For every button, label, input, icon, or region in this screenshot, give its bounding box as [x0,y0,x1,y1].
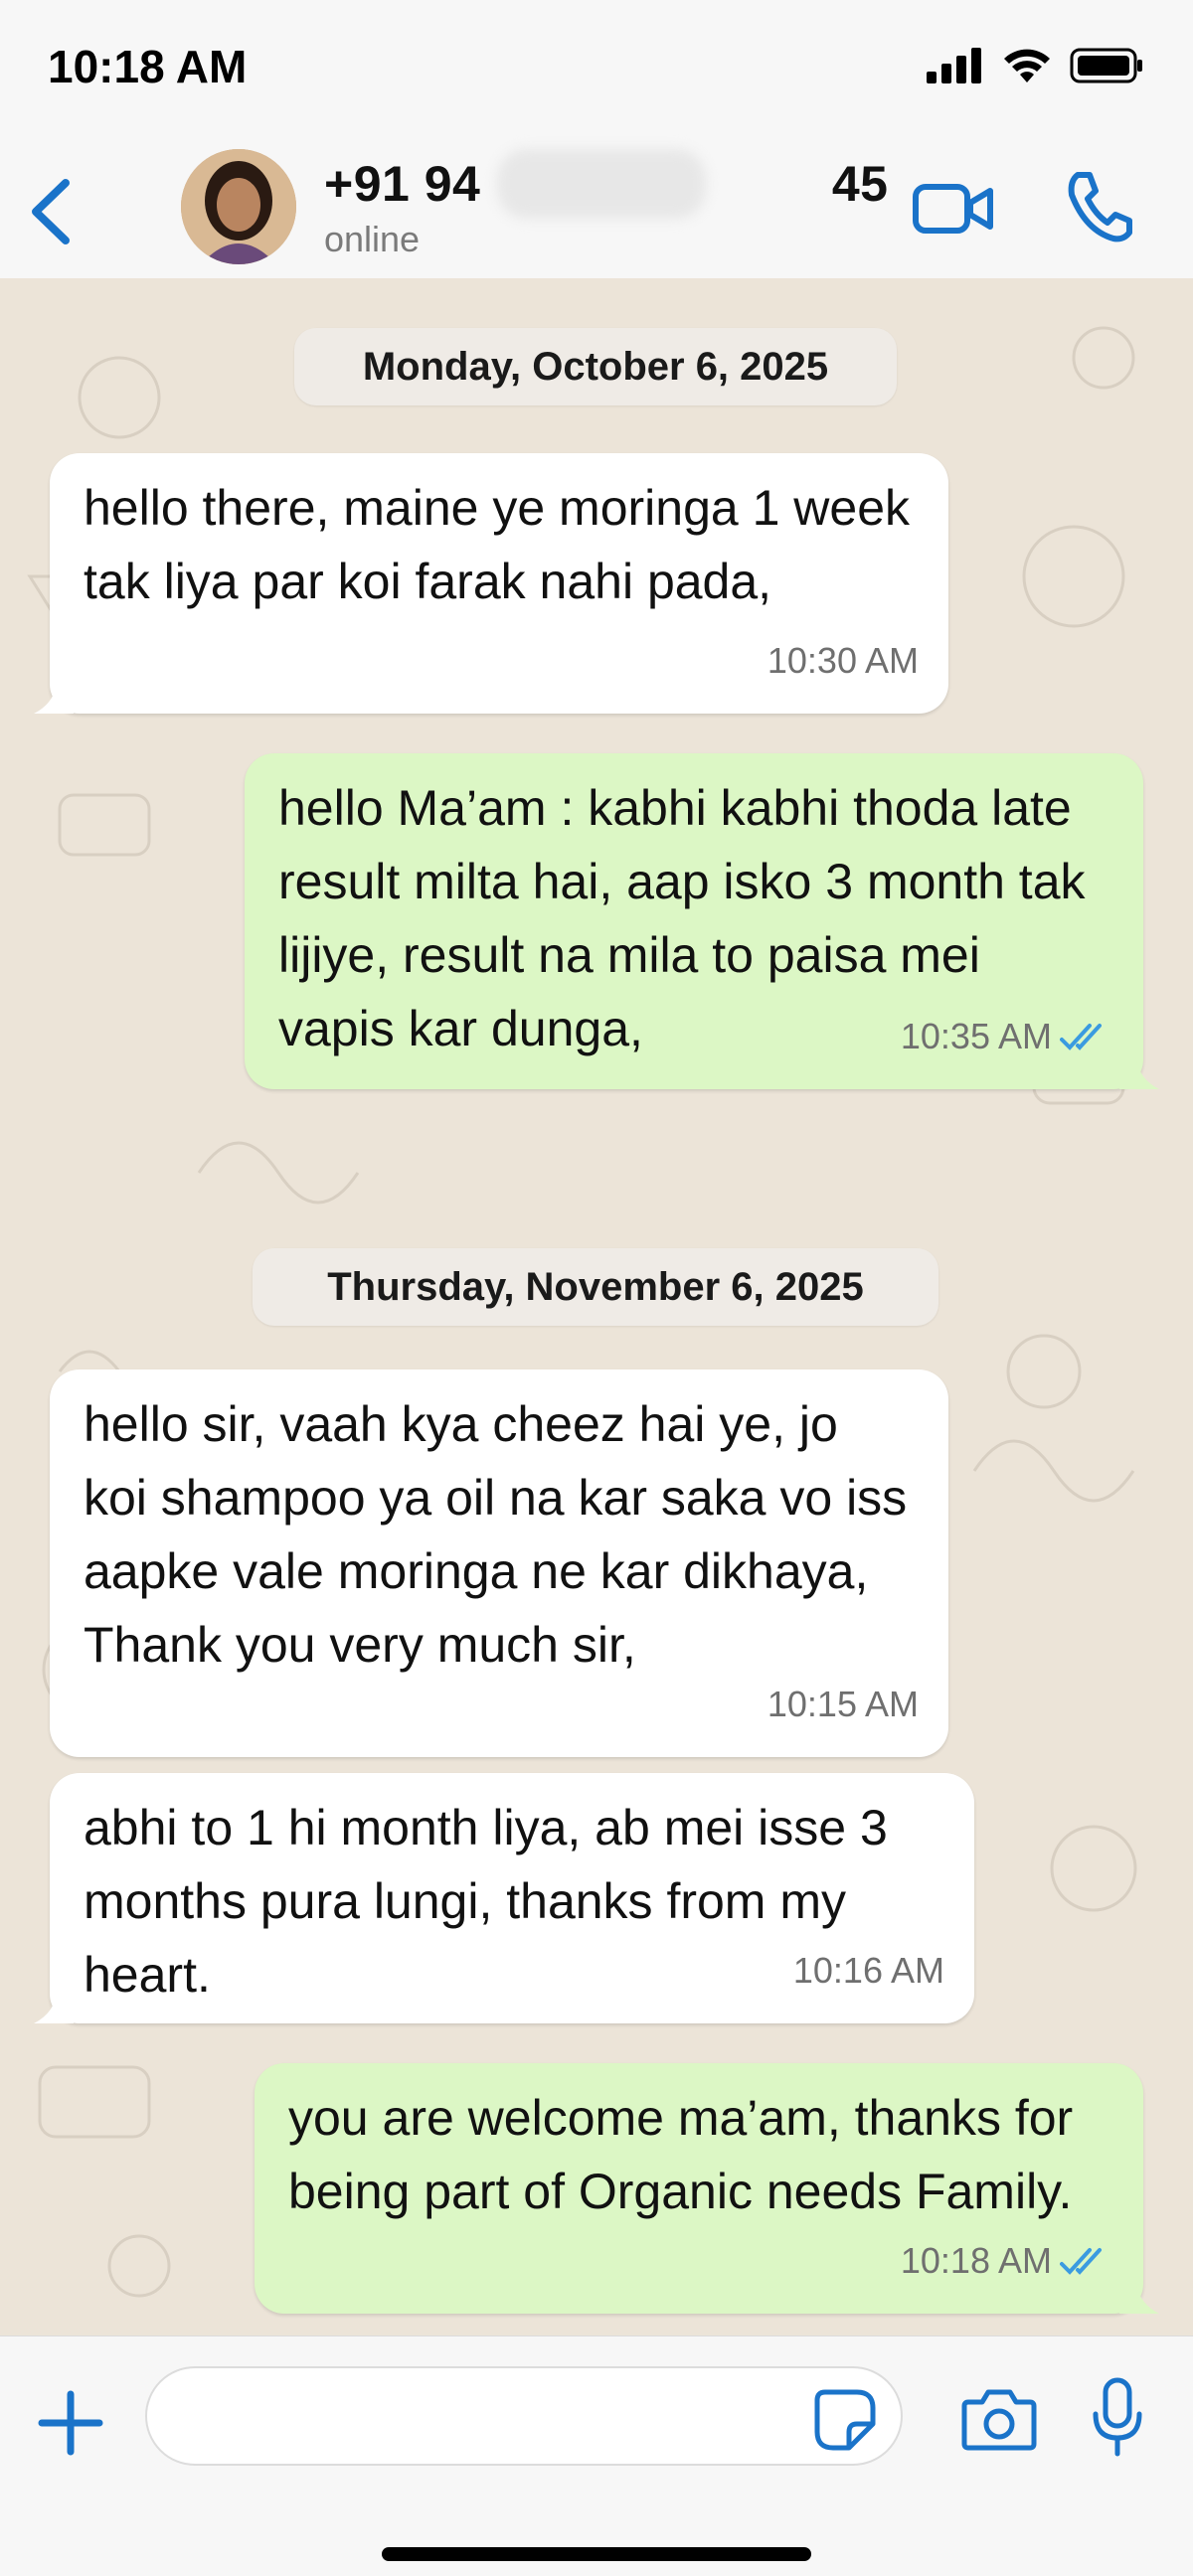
message-input[interactable] [145,2366,903,2466]
video-call-icon[interactable] [913,177,994,241]
chat-header: +91 94 45 online [0,139,1193,279]
status-time: 10:18 AM [48,41,248,92]
date-separator: Thursday, November 6, 2025 [253,1248,938,1326]
plus-icon[interactable] [36,2388,105,2458]
message-time: 10:16 AM [792,1950,944,1991]
voice-call-icon[interactable] [1064,169,1133,244]
date-separator: Monday, October 6, 2025 [294,328,897,405]
message-text: you are welcome ma’am, thanks for being … [288,2090,1074,2219]
chat-area[interactable]: Monday, October 6, 2025 hello there, mai… [0,278,1193,2335]
message-bubble-incoming[interactable]: hello sir, vaah kya cheez hai ye, jo koi… [50,1369,948,1757]
message-time: 10:15 AM [767,1684,919,1724]
message-bubble-incoming[interactable]: abhi to 1 hi month liya, ab mei isse 3 m… [34,1773,974,2023]
status-icons [927,46,1145,85]
message-input-bar [0,2335,1193,2576]
message-text: hello there, maine ye moringa 1 week tak… [84,480,911,609]
message-time: 10:18 AM [900,2240,1052,2281]
message-bubble-incoming[interactable]: hello there, maine ye moringa 1 week tak… [34,453,948,714]
message-bubble-outgoing[interactable]: you are welcome ma’am, thanks for being … [255,2063,1159,2314]
wifi-icon [1004,49,1050,82]
home-indicator [382,2547,811,2561]
read-ticks-icon [1060,2248,1102,2275]
mic-icon[interactable] [1088,2376,1147,2460]
read-ticks-icon [1060,1024,1102,1050]
sticker-icon[interactable] [813,2388,877,2452]
signal-icon [927,48,981,83]
message-time: 10:30 AM [767,640,919,681]
message-text: hello sir, vaah kya cheez hai ye, jo koi… [84,1396,908,1673]
avatar[interactable] [181,149,296,264]
contact-presence: online [324,219,421,259]
camera-icon[interactable] [960,2384,1038,2454]
message-bubble-outgoing[interactable]: hello Ma’am : kabhi kabhi thoda late res… [245,753,1159,1089]
message-time: 10:35 AM [900,1016,1052,1056]
status-bar: 10:18 AM [0,0,1193,139]
contact-name[interactable]: +91 94 45 [324,155,888,213]
back-chevron-icon[interactable] [22,177,82,246]
battery-icon [1070,48,1142,83]
